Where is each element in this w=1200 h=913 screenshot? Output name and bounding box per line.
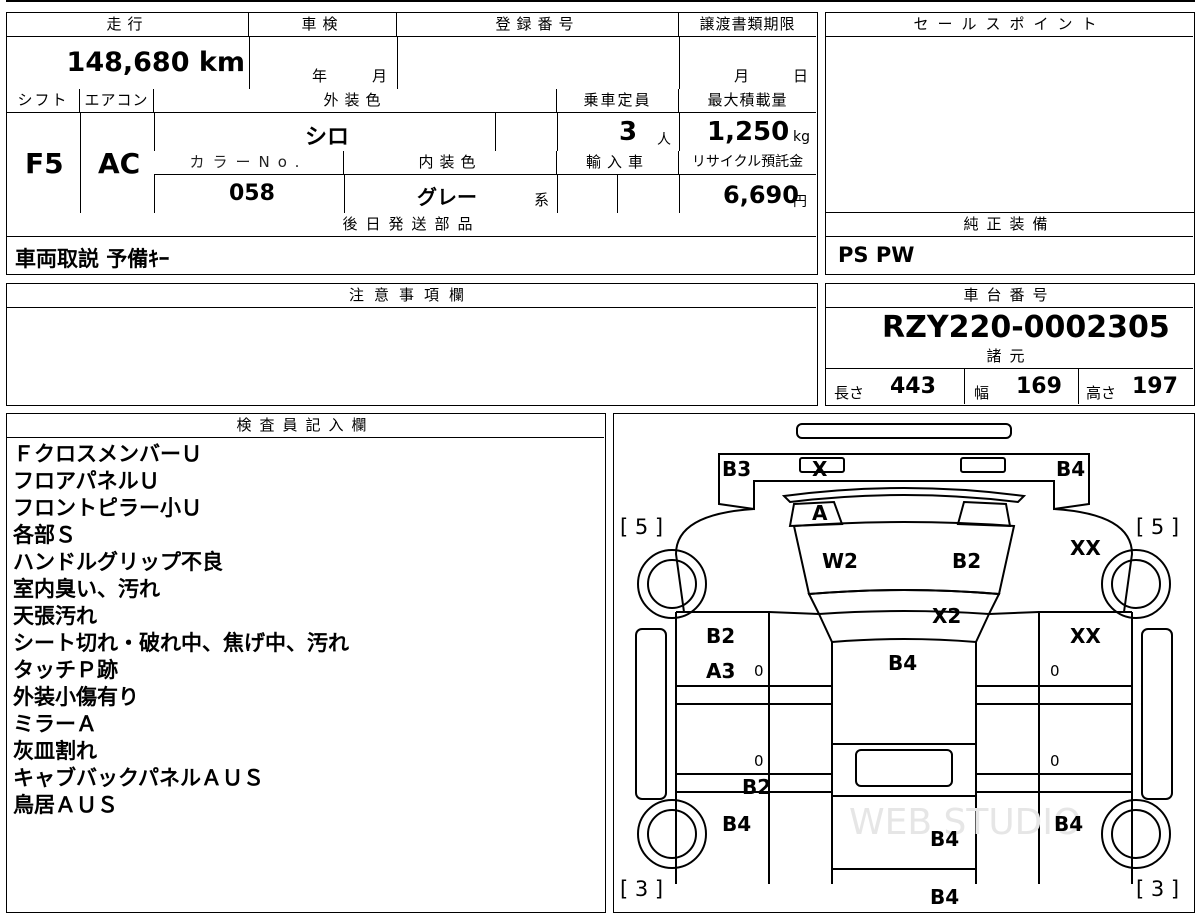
registration-header: 登録番号	[397, 13, 679, 37]
chassis-header: 車台番号	[826, 284, 1193, 308]
shift-value: F5	[25, 147, 64, 180]
inspection-header: 車検	[249, 13, 397, 37]
interior-color-header: 内装色	[344, 151, 557, 175]
capacity-value: 3	[619, 117, 638, 147]
list-item: キャブバックパネルＡＵＳ	[13, 766, 264, 790]
tire-rear-left: [ 3 ]	[620, 877, 663, 901]
mark-rear-center: B4	[930, 827, 959, 851]
damage-diagram-box: WEB STUDIO B3 X B4 A W2 B2 X2 XX XX B2 A…	[613, 413, 1195, 913]
mark-fender-right-lower: XX	[1070, 624, 1101, 648]
deadline-month: 月	[734, 67, 750, 85]
mark-rear-bottom: B4	[930, 885, 959, 909]
zero-mark: 0	[1050, 752, 1060, 770]
vehicle-info-box: 走行 車検 登録番号 譲渡書類期限 148,680 km 年 月 月 日 シフト…	[6, 12, 818, 275]
recycle-value: 6,690	[723, 181, 799, 209]
tire-rear-right: [ 3 ]	[1136, 877, 1179, 901]
mark-cab: B4	[888, 651, 917, 675]
genuine-equipment-header: 純正装備	[826, 213, 1193, 237]
chassis-box: 車台番号 RZY220-0002305 諸元 長さ 443 幅 169 高さ 1…	[825, 283, 1195, 406]
zero-mark: 0	[754, 752, 764, 770]
list-item: ミラーＡ	[13, 712, 97, 736]
deadline-header: 譲渡書類期限	[679, 13, 816, 37]
mileage-header: 走行	[7, 13, 249, 37]
dimensions-header: 諸元	[826, 345, 1193, 369]
width-value: 169	[1016, 374, 1062, 399]
sales-point-header: セールスポイント	[826, 13, 1193, 37]
max-load-unit: kg	[793, 129, 810, 145]
aircon-value: AC	[98, 147, 141, 180]
exterior-color-value: シロ	[305, 125, 350, 150]
mark-front-center: X	[812, 457, 828, 481]
tire-front-left: [ 5 ]	[620, 515, 663, 539]
truck-outline-diagram: WEB STUDIO B3 X B4 A W2 B2 X2 XX XX B2 A…	[620, 423, 1179, 909]
aircon-header: エアコン	[80, 89, 154, 113]
height-value: 197	[1132, 374, 1178, 399]
capacity-header: 乗車定員	[557, 89, 679, 113]
deadline-day: 日	[793, 67, 809, 85]
sales-point-box: セールスポイント	[825, 12, 1195, 213]
mark-fender-right-upper: XX	[1070, 536, 1101, 560]
color-no-value: 058	[229, 181, 275, 206]
max-load-header: 最大積載量	[679, 89, 816, 113]
genuine-equipment-value: PS PW	[838, 243, 915, 267]
mark-cowl: X2	[932, 604, 961, 628]
genuine-equipment-box: 純正装備 PS PW	[825, 212, 1195, 275]
list-item: 鳥居ＡＵＳ	[13, 793, 118, 817]
list-item: フロアパネルＵ	[13, 469, 160, 493]
mark-door-left-2: A3	[706, 659, 735, 683]
caution-header: 注意事項欄	[7, 284, 816, 308]
max-load-value: 1,250	[707, 117, 790, 147]
color-no-header: カラーNo.	[154, 151, 344, 175]
mark-rear-right: B4	[1054, 812, 1083, 836]
zero-mark: 0	[754, 662, 764, 680]
inspection-year: 年	[312, 67, 328, 85]
width-label: 幅	[974, 384, 990, 402]
list-item: 灰皿割れ	[13, 739, 97, 763]
shift-header: シフト	[7, 89, 80, 113]
length-value: 443	[890, 374, 936, 399]
recycle-unit: 円	[793, 194, 807, 210]
interior-color-suffix: 系	[534, 191, 550, 209]
inspector-box: 検査員記入欄 ＦクロスメンバーＵ フロアパネルＵ フロントピラー小Ｕ 各部Ｓ ハ…	[6, 413, 606, 913]
import-header: 輸入車	[557, 151, 679, 175]
inspection-month: 月	[372, 67, 388, 85]
list-item: タッチＰ跡	[13, 658, 118, 682]
later-parts-value: 車両取説 予備ｷｰ	[15, 247, 170, 271]
mark-door-left-1: B2	[706, 624, 735, 648]
mark-front-left: B3	[722, 457, 751, 481]
list-item: 各部Ｓ	[13, 523, 76, 547]
mark-hood-right: B2	[952, 549, 981, 573]
mark-hood-left: W2	[822, 549, 858, 573]
list-item: ハンドルグリップ不良	[13, 550, 223, 574]
mark-rear-left: B4	[722, 812, 751, 836]
list-item: フロントピラー小Ｕ	[13, 496, 202, 520]
tire-front-right: [ 5 ]	[1136, 515, 1179, 539]
mark-bed-left: B2	[742, 775, 771, 799]
zero-mark: 0	[1050, 662, 1060, 680]
list-item: ＦクロスメンバーＵ	[13, 442, 202, 466]
list-item: 外装小傷有り	[13, 685, 139, 709]
exterior-color-header: 外装色	[154, 89, 557, 113]
capacity-unit: 人	[657, 132, 671, 148]
chassis-value: RZY220-0002305	[882, 310, 1170, 345]
list-item: 天張汚れ	[13, 604, 97, 628]
interior-color-value: グレー	[417, 185, 477, 209]
height-label: 高さ	[1086, 384, 1117, 402]
watermark: WEB STUDIO	[849, 802, 1081, 843]
caution-box: 注意事項欄	[6, 283, 818, 406]
mileage-value: 148,680 km	[66, 47, 245, 78]
recycle-header: リサイクル預託金	[679, 151, 816, 175]
top-cut-border	[6, 0, 1195, 2]
mark-windshield: A	[812, 501, 828, 525]
inspector-header: 検査員記入欄	[7, 414, 604, 438]
length-label: 長さ	[834, 384, 865, 402]
list-item: シート切れ・破れ中、焦げ中、汚れ	[13, 631, 349, 655]
list-item: 室内臭い、汚れ	[13, 577, 160, 601]
inspector-notes-list: ＦクロスメンバーＵ フロアパネルＵ フロントピラー小Ｕ 各部Ｓ ハンドルグリップ…	[13, 441, 349, 819]
later-parts-header: 後日発送部品	[7, 213, 816, 237]
mark-front-right: B4	[1056, 457, 1085, 481]
